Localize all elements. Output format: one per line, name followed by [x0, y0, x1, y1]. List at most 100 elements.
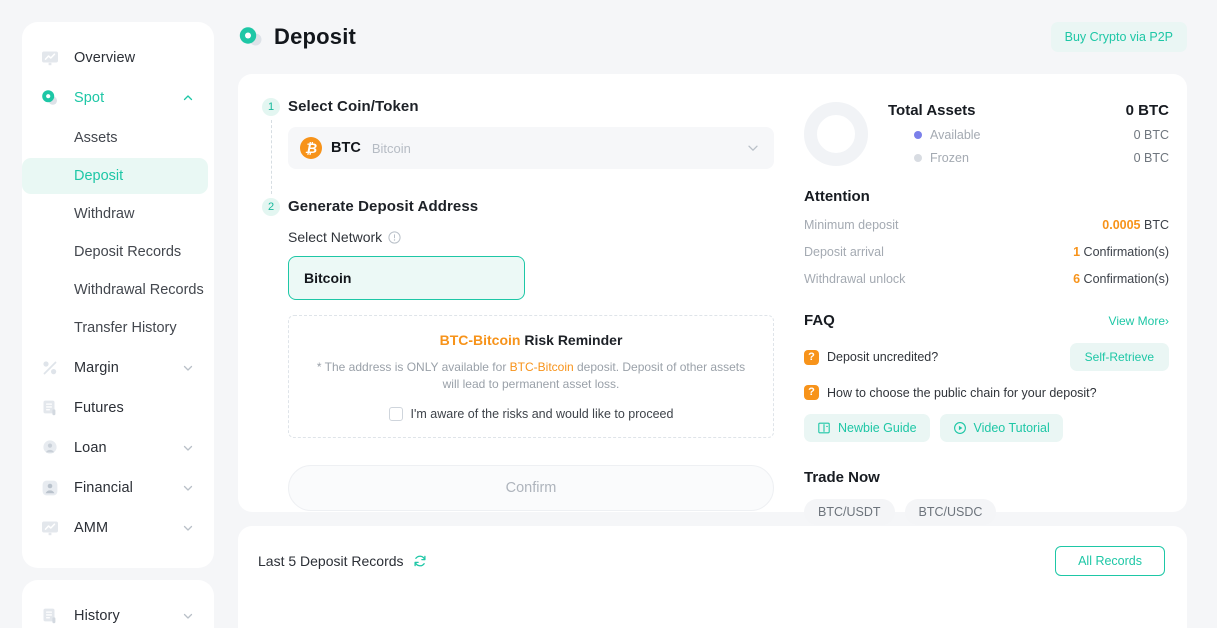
risk-acknowledge-checkbox[interactable]: [388, 406, 403, 421]
sidebar-subitem-label: Deposit Records: [74, 244, 182, 260]
sidebar-secondary-group: History: [22, 580, 214, 628]
risk-title-rest: Risk Reminder: [520, 332, 623, 348]
step-2-title: Generate Deposit Address: [288, 198, 479, 215]
faq-question-1-text: Deposit uncredited?: [827, 350, 939, 364]
risk-reminder-title: BTC-Bitcoin Risk Reminder: [311, 332, 751, 348]
btc-coin-icon: ₿: [300, 137, 322, 159]
attention-key: Withdrawal unlock: [804, 272, 906, 286]
risk-acknowledge-checkbox-row[interactable]: I'm aware of the risks and would like to…: [311, 406, 751, 421]
attention-value: 1 Confirmation(s): [1073, 245, 1169, 259]
sidebar-item-assets[interactable]: Assets: [22, 120, 208, 156]
deposit-records-card: Last 5 Deposit Records All Records: [238, 526, 1187, 628]
attention-value-unit: Confirmation(s): [1080, 272, 1169, 286]
records-title: Last 5 Deposit Records: [258, 553, 404, 569]
network-option-bitcoin[interactable]: Bitcoin: [288, 256, 525, 300]
chevron-down-icon: [183, 485, 193, 491]
total-assets-value: 0 BTC: [1125, 102, 1169, 119]
total-assets-header: Total Assets 0 BTC: [888, 102, 1169, 119]
faq-header: FAQ View More›: [804, 312, 1169, 329]
faq-question-1: ? Deposit uncredited? Self-Retrieve: [804, 343, 1169, 371]
network-option-label: Bitcoin: [304, 270, 352, 286]
sidebar-item-deposit[interactable]: Deposit: [22, 158, 208, 194]
trade-now-title: Trade Now: [804, 469, 880, 486]
sidebar-item-label: Margin: [74, 360, 119, 376]
chevron-down-icon: [748, 145, 758, 151]
attention-title: Attention: [804, 188, 870, 205]
trade-now-section: Trade Now BTC/USDT BTC/USDC: [804, 469, 1169, 525]
sidebar-subitem-label: Withdrawal Records: [74, 282, 204, 298]
trade-pair-btc-usdc[interactable]: BTC/USDC: [904, 499, 997, 525]
sidebar-item-overview[interactable]: Overview: [22, 40, 208, 76]
network-label: Select Network: [288, 229, 383, 245]
faq-view-more-link[interactable]: View More›: [1109, 314, 1169, 328]
newbie-guide-button[interactable]: Newbie Guide: [804, 414, 930, 442]
chevron-down-icon: [183, 525, 193, 531]
sidebar-item-amm[interactable]: AMM: [22, 510, 208, 546]
step-1-badge: 1: [262, 98, 280, 116]
main-content: Deposit Buy Crypto via P2P 1 Select Coin…: [236, 0, 1217, 628]
loan-icon: [43, 440, 57, 454]
sidebar-item-label: Loan: [74, 440, 107, 456]
chevron-down-icon: [183, 365, 193, 371]
available-label: Available: [930, 128, 981, 142]
coin-symbol: BTC: [331, 140, 361, 156]
view-more-text: View More: [1108, 314, 1165, 328]
step-1-title: Select Coin/Token: [288, 98, 419, 115]
attention-row-deposit-arrival: Deposit arrival 1 Confirmation(s): [804, 245, 1169, 259]
step-1-indicator: 1: [254, 98, 288, 198]
risk-reminder-description: * The address is ONLY available for BTC-…: [311, 359, 751, 394]
refresh-icon[interactable]: [413, 554, 427, 568]
attention-row-withdrawal-unlock: Withdrawal unlock 6 Confirmation(s): [804, 272, 1169, 286]
info-icon[interactable]: [388, 230, 401, 244]
video-tutorial-label: Video Tutorial: [973, 421, 1050, 435]
buy-crypto-p2p-button[interactable]: Buy Crypto via P2P: [1050, 22, 1187, 52]
sidebar-item-history[interactable]: History: [22, 598, 208, 628]
sidebar-subitem-label: Withdraw: [74, 206, 135, 222]
total-assets-section: Total Assets 0 BTC Available 0 BTC Froze…: [804, 100, 1169, 166]
assets-details: Total Assets 0 BTC Available 0 BTC Froze…: [888, 100, 1169, 165]
book-icon: [818, 422, 830, 434]
risk-reminder-box: BTC-Bitcoin Risk Reminder * The address …: [288, 315, 774, 438]
confirm-button[interactable]: Confirm: [288, 465, 774, 511]
chevron-down-icon: [183, 445, 193, 451]
self-retrieve-button[interactable]: Self-Retrieve: [1069, 343, 1169, 371]
attention-value-number: 0.0005: [1102, 218, 1141, 232]
sidebar-subitem-label: Transfer History: [74, 320, 177, 336]
sidebar-item-transfer-history[interactable]: Transfer History: [22, 310, 208, 346]
attention-key: Deposit arrival: [804, 245, 884, 259]
trade-pair-btc-usdt[interactable]: BTC/USDT: [804, 499, 895, 525]
sidebar-item-label: History: [74, 608, 120, 624]
sidebar-item-deposit-records[interactable]: Deposit Records: [22, 234, 208, 270]
newbie-guide-label: Newbie Guide: [838, 421, 917, 435]
deposit-card: 1 Select Coin/Token ₿ BTC Bitcoin 2 Gene…: [238, 74, 1187, 525]
attention-key: Minimum deposit: [804, 218, 899, 232]
sidebar-item-financial[interactable]: Financial: [22, 470, 208, 506]
deposit-form: 1 Select Coin/Token ₿ BTC Bitcoin 2 Gene…: [238, 74, 794, 512]
video-tutorial-button[interactable]: Video Tutorial: [939, 414, 1063, 442]
sidebar-item-label: Futures: [74, 400, 124, 416]
sidebar-item-label: Financial: [74, 480, 133, 496]
sidebar-item-withdraw[interactable]: Withdraw: [22, 196, 208, 232]
page-title: Deposit: [274, 24, 357, 49]
attention-value: 6 Confirmation(s): [1073, 272, 1169, 286]
sidebar-item-loan[interactable]: Loan: [22, 430, 208, 466]
deposit-info-panel: Total Assets 0 BTC Available 0 BTC Froze…: [794, 74, 1187, 525]
overview-icon: [42, 51, 58, 66]
sidebar-item-futures[interactable]: Futures: [22, 390, 208, 426]
sidebar-item-spot[interactable]: Spot: [22, 80, 208, 116]
sidebar-item-label: Spot: [74, 90, 105, 106]
attention-row-minimum-deposit: Minimum deposit 0.0005 BTC: [804, 218, 1169, 232]
all-records-button[interactable]: All Records: [1055, 546, 1165, 576]
sidebar-item-withdrawal-records[interactable]: Withdrawal Records: [22, 272, 208, 308]
coin-select-dropdown[interactable]: ₿ BTC Bitcoin: [288, 127, 774, 169]
risk-desc-pre: * The address is ONLY available for: [316, 360, 510, 374]
step-1-body: Select Coin/Token ₿ BTC Bitcoin: [288, 98, 794, 198]
sidebar-item-margin[interactable]: Margin: [22, 350, 208, 386]
step-2: 2 Generate Deposit Address Select Networ…: [254, 198, 794, 511]
sidebar-primary-group: Overview Spot Assets Deposit Withdraw De…: [22, 22, 214, 568]
sidebar: Overview Spot Assets Deposit Withdraw De…: [0, 0, 236, 628]
faq-title: FAQ: [804, 312, 835, 329]
risk-acknowledge-label: I'm aware of the risks and would like to…: [410, 406, 674, 421]
app-root: Overview Spot Assets Deposit Withdraw De…: [0, 0, 1217, 628]
page-header: Deposit Buy Crypto via P2P: [236, 0, 1187, 74]
